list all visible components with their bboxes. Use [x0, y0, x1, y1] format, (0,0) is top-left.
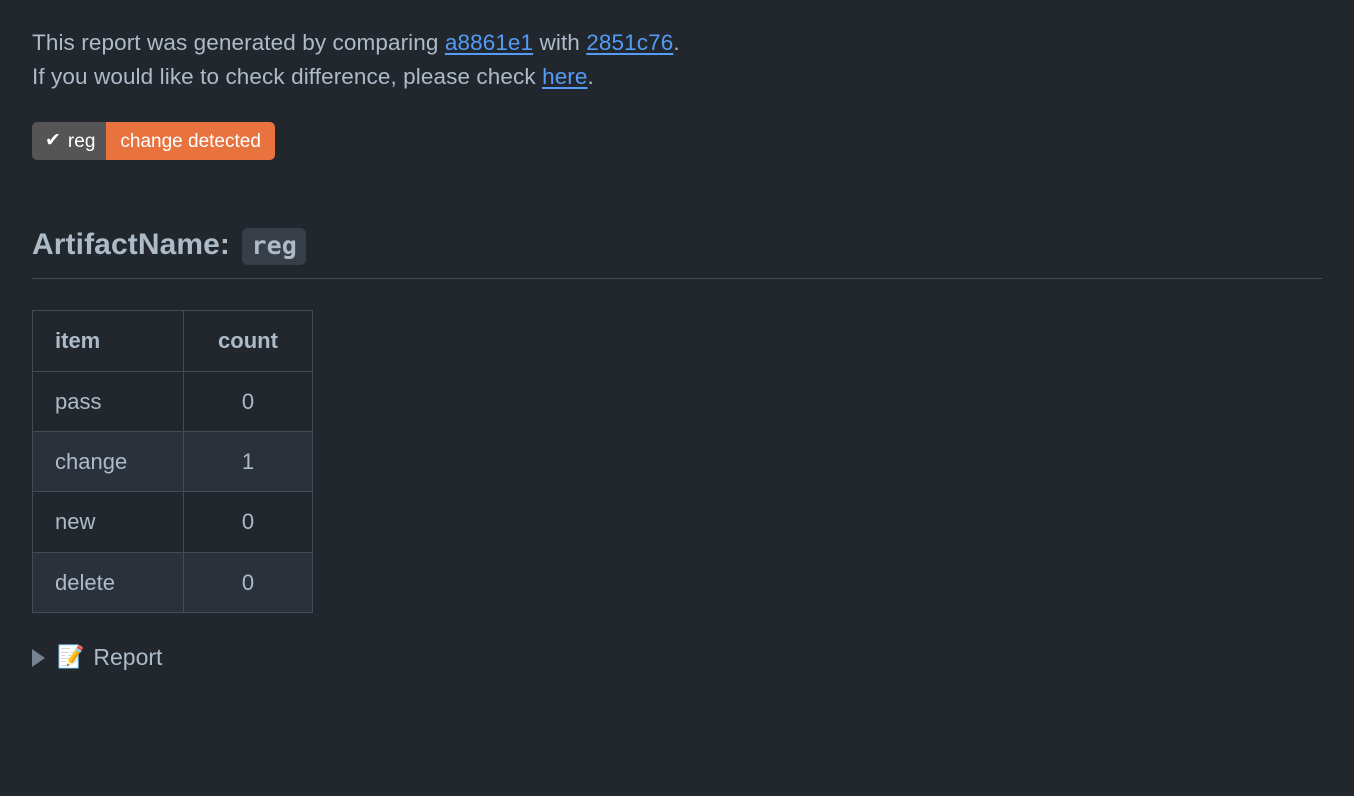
cell-count: 1: [183, 430, 313, 493]
intro-line1-prefix: This report was generated by comparing: [32, 30, 445, 55]
chevron-right-icon: [32, 648, 45, 667]
difference-here-link[interactable]: here: [542, 64, 587, 89]
status-badge: ✔ reg change detected: [32, 122, 275, 161]
counts-table-wrapper: item count pass 0 change 1 new 0 delete …: [32, 310, 1322, 613]
status-badge-wrapper: ✔ reg change detected: [32, 122, 1322, 161]
report-label: Report: [93, 643, 163, 670]
counts-table-head: item count: [32, 310, 313, 372]
memo-icon: 📝: [57, 643, 85, 669]
cell-item: new: [32, 491, 184, 553]
cell-count: 0: [183, 370, 313, 432]
status-badge-name: reg: [67, 130, 96, 152]
status-badge-left: ✔ reg: [32, 122, 107, 161]
artifact-name-code: reg: [242, 228, 306, 266]
head-commit-link[interactable]: 2851c76: [586, 30, 673, 55]
header-item: item: [32, 310, 184, 372]
cell-item: pass: [32, 370, 184, 432]
counts-table-body: pass 0 change 1 new 0 delete 0: [32, 370, 313, 613]
table-row: new 0: [32, 491, 313, 553]
cell-count: 0: [183, 551, 313, 613]
artifact-label: ArtifactName:: [32, 228, 231, 262]
intro-paragraph: This report was generated by comparing a…: [32, 26, 1322, 94]
page-title: ArtifactName: reg: [32, 226, 1322, 280]
cell-item: change: [32, 430, 184, 493]
intro-line2-suffix: .: [587, 64, 594, 90]
base-commit-link[interactable]: a8861e1: [445, 30, 533, 55]
intro-line2-prefix: If you would like to check difference, p…: [32, 64, 543, 90]
counts-table: item count pass 0 change 1 new 0 delete …: [32, 310, 313, 613]
report-page: This report was generated by comparing a…: [0, 0, 1354, 671]
intro-line1-middle: with: [533, 30, 587, 55]
intro-line1-suffix: .: [673, 30, 680, 55]
check-icon: ✔: [45, 129, 61, 151]
table-row: delete 0: [32, 551, 313, 613]
header-count: count: [183, 310, 313, 372]
report-details[interactable]: 📝 Report: [32, 644, 1322, 672]
table-row: change 1: [32, 430, 313, 493]
table-header-row: item count: [32, 310, 313, 372]
report-summary-toggle[interactable]: 📝 Report: [32, 644, 162, 672]
cell-item: delete: [32, 551, 184, 613]
cell-count: 0: [183, 491, 313, 553]
table-row: pass 0: [32, 370, 313, 432]
status-badge-value: change detected: [106, 122, 275, 161]
